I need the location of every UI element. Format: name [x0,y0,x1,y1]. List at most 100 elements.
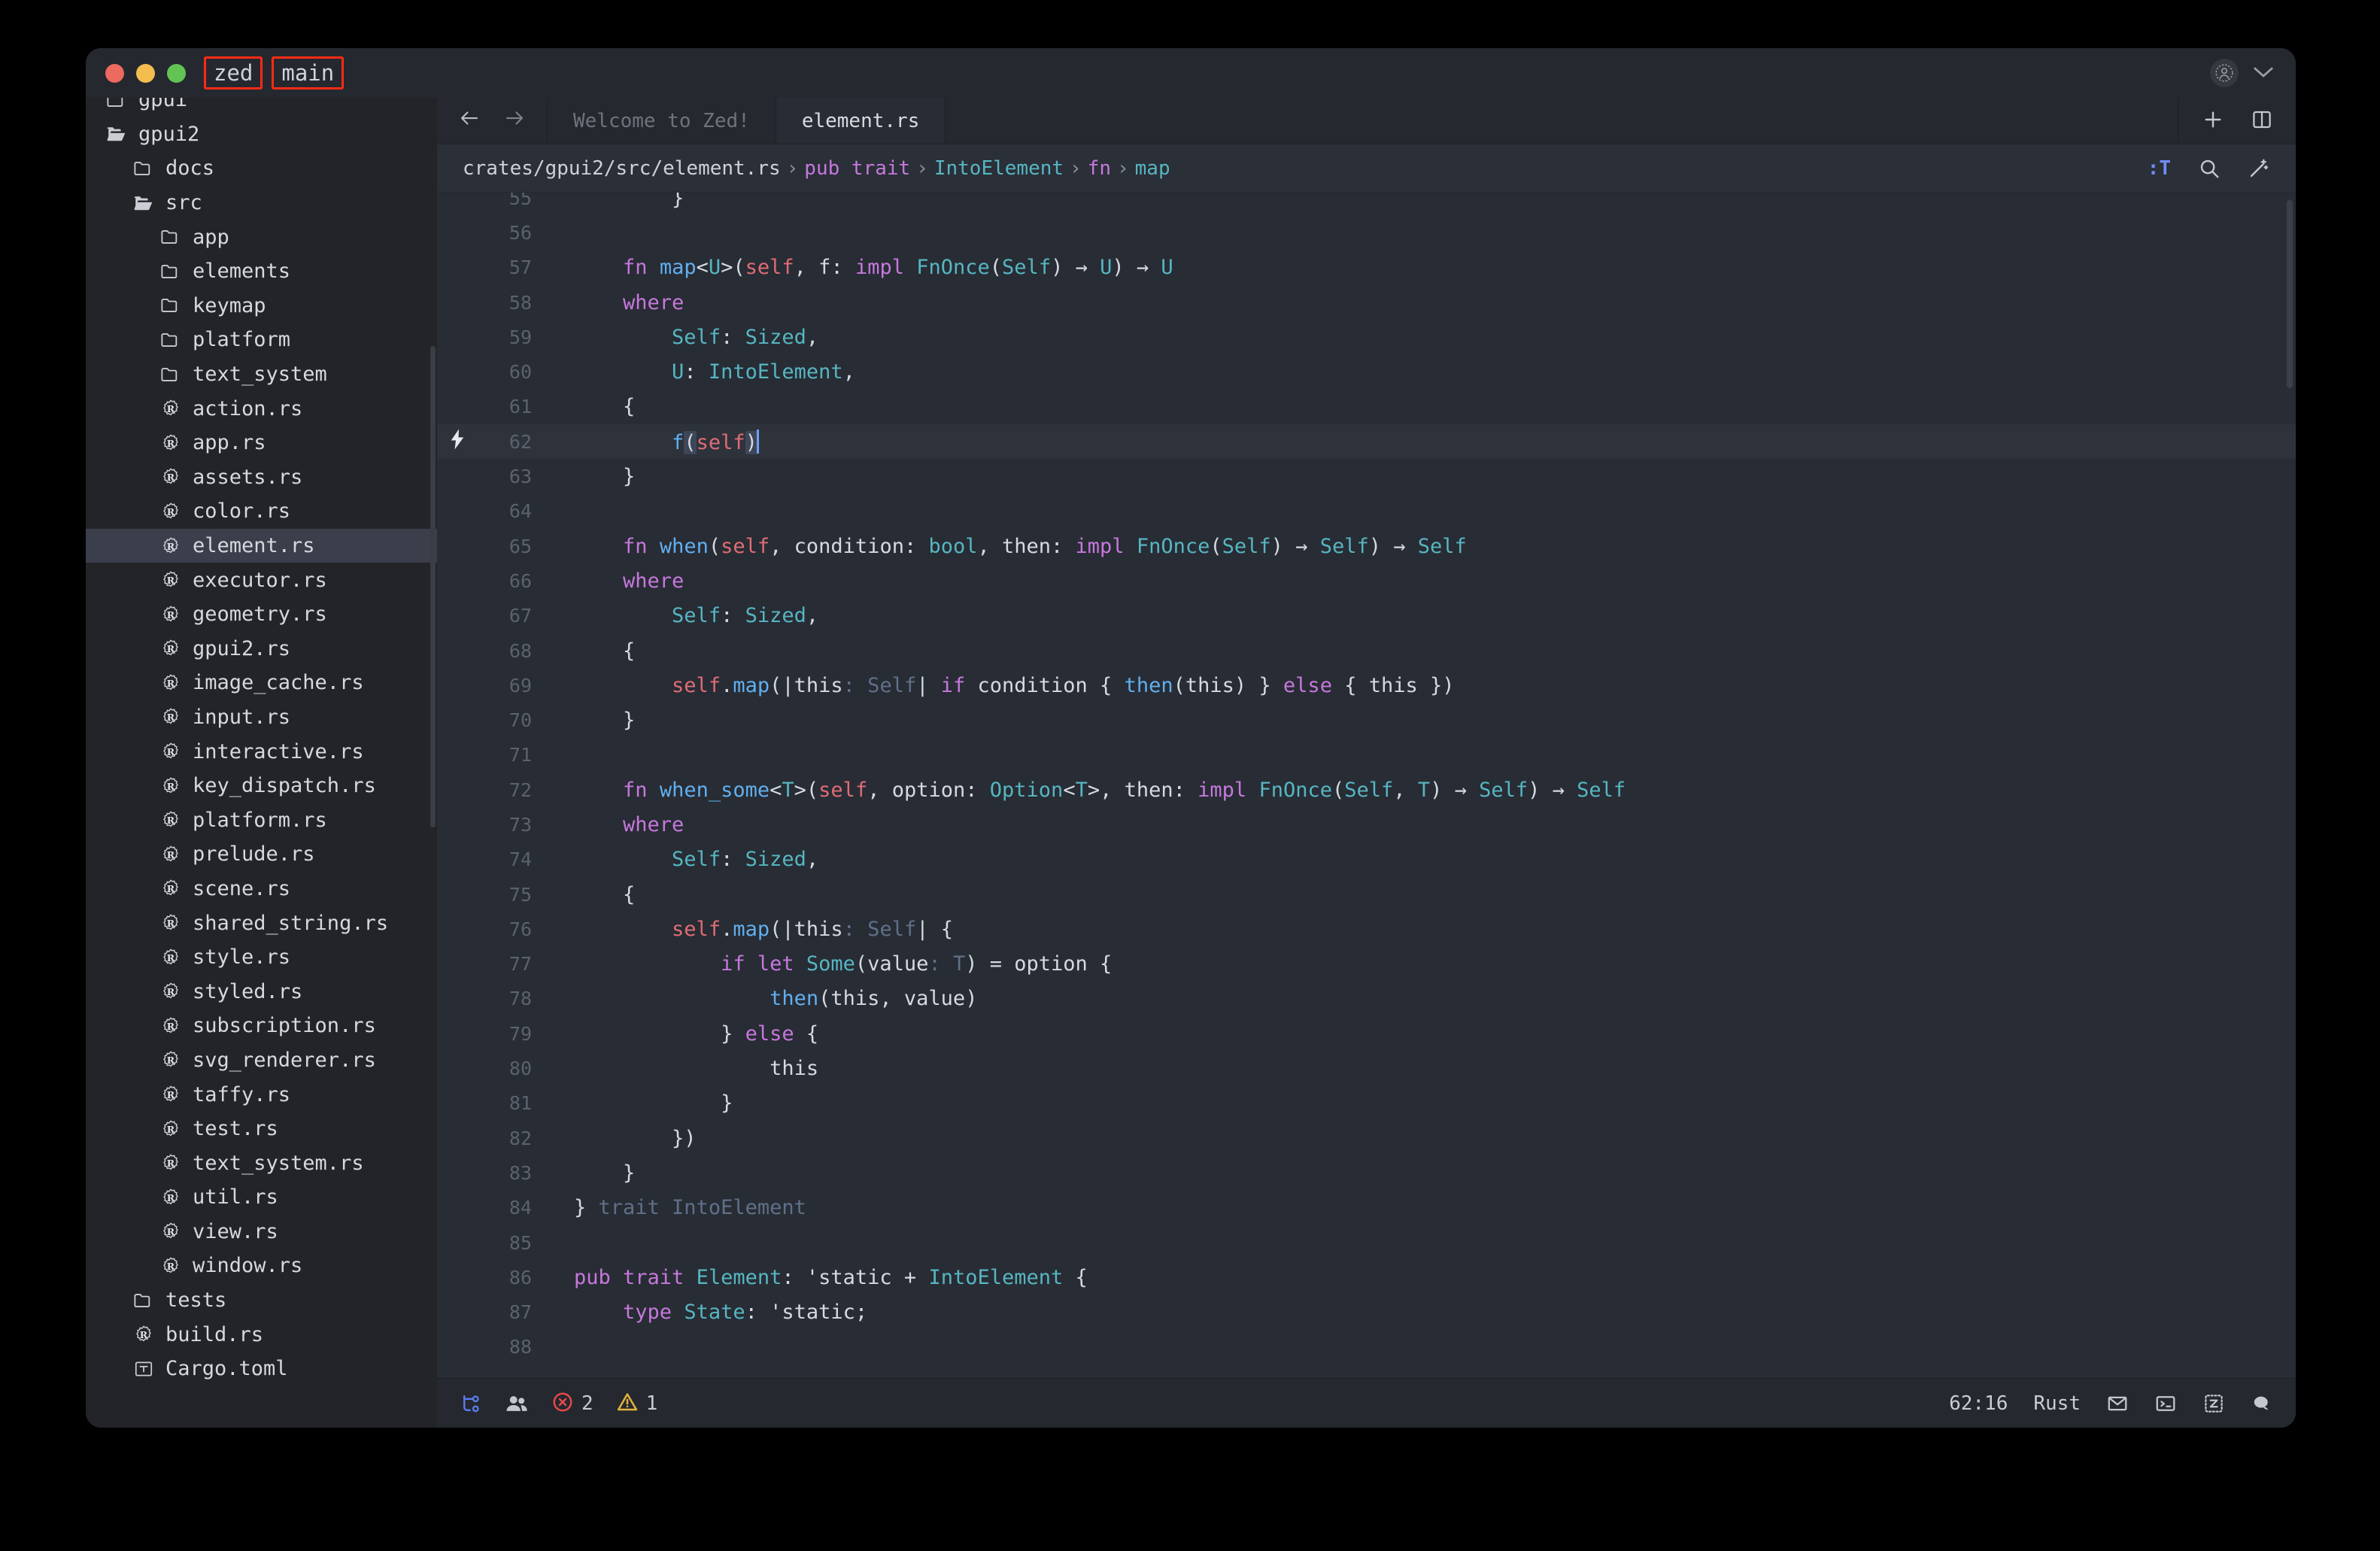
code-line[interactable]: 85 [437,1225,2296,1260]
code-line[interactable]: 60 U: IntoElement, [437,354,2296,389]
tree-folder-tests[interactable]: tests [86,1283,437,1318]
code-line[interactable]: 55 } [437,193,2296,215]
tree-file-util-rs[interactable]: Rutil.rs [86,1180,437,1215]
arrow-left-icon[interactable] [458,108,481,133]
project-panel-scrollbar[interactable] [430,346,436,827]
language-selector[interactable]: Rust [2033,1392,2081,1415]
tree-file-subscription-rs[interactable]: Rsubscription.rs [86,1009,437,1043]
tab-welcome-to-zed[interactable]: Welcome to Zed! [548,98,776,144]
code-line[interactable]: 66 where [437,563,2296,598]
code-line[interactable]: 76 self.map(|this: Self| { [437,912,2296,946]
tree-folder-text-system[interactable]: text_system [86,357,437,392]
tree-file-element-rs[interactable]: Relement.rs [86,528,437,563]
breadcrumb-segment[interactable]: fn [1088,157,1111,180]
tree-file-view-rs[interactable]: Rview.rs [86,1215,437,1249]
tree-folder-gpui2[interactable]: gpui2 [86,117,437,152]
code-line[interactable]: 71 [437,738,2296,772]
code-line[interactable]: 69 self.map(|this: Self| if condition { … [437,668,2296,703]
code-line[interactable]: 86 pub trait Element: 'static + IntoEleme… [437,1260,2296,1295]
tree-folder-elements[interactable]: elements [86,254,437,289]
tree-file-scene-rs[interactable]: Rscene.rs [86,872,437,906]
tree-file-cargo-toml[interactable]: Cargo.toml [86,1352,437,1386]
git-branch-tag[interactable]: main [272,56,345,90]
tree-file-styled-rs[interactable]: Rstyled.rs [86,974,437,1009]
code-line[interactable]: 87 type State: 'static; [437,1295,2296,1330]
tree-file-color-rs[interactable]: Rcolor.rs [86,494,437,529]
code-line[interactable]: 62 f(self) [437,424,2296,460]
tree-file-image-cache-rs[interactable]: Rimage_cache.rs [86,666,437,700]
terminal-icon[interactable] [2154,1392,2177,1415]
breadcrumb-segment[interactable]: IntoElement [934,157,1064,180]
code-line[interactable]: 72 fn when_some<T>(self, option: Option<… [437,772,2296,807]
code-line[interactable]: 61 { [437,390,2296,424]
tree-file-text-system-rs[interactable]: Rtext_system.rs [86,1146,437,1180]
magic-wand-icon[interactable] [2248,157,2270,180]
tab-element-rs[interactable]: element.rs [776,98,946,144]
code-line[interactable]: 88 [437,1330,2296,1364]
code-line[interactable]: 79 } else { [437,1016,2296,1051]
tree-file-interactive-rs[interactable]: Rinteractive.rs [86,734,437,769]
project-panel-icon[interactable] [460,1392,482,1415]
code-line[interactable]: 64 [437,494,2296,529]
code-line[interactable]: 81 } [437,1086,2296,1121]
people-icon[interactable] [505,1392,529,1415]
breadcrumb-segment[interactable]: pub trait [804,157,910,180]
code-line[interactable]: 78 then(this, value) [437,982,2296,1016]
code-line[interactable]: 84} trait IntoElement [437,1191,2296,1225]
tree-file-build-rs[interactable]: Rbuild.rs [86,1317,437,1352]
cursor-position[interactable]: 62:16 [1949,1392,2008,1415]
warning-badge[interactable]: 1 [616,1391,657,1416]
tree-folder-gpui[interactable]: gpui [86,98,437,117]
tree-file-input-rs[interactable]: Rinput.rs [86,700,437,735]
tree-file-style-rs[interactable]: Rstyle.rs [86,940,437,975]
avatar[interactable] [2210,59,2239,87]
tree-file-geometry-rs[interactable]: Rgeometry.rs [86,597,437,632]
tree-folder-platform[interactable]: platform [86,323,437,357]
tree-folder-app[interactable]: app [86,220,437,254]
code-line[interactable]: 63 } [437,459,2296,493]
error-badge[interactable]: 2 [551,1391,593,1416]
code-actions-lightning-icon[interactable] [448,428,467,455]
breadcrumb-segment[interactable]: crates/gpui2/src/element.rs [463,157,781,180]
editor-scrollbar[interactable] [2287,200,2293,388]
breadcrumb-segment[interactable]: map [1135,157,1170,180]
tree-file-window-rs[interactable]: Rwindow.rs [86,1249,437,1283]
code-line[interactable]: 77 if let Some(value: T) = option { [437,947,2296,982]
maximize-window-button[interactable] [167,63,186,83]
code-line[interactable]: 58 where [437,285,2296,320]
chevron-down-icon[interactable] [2252,63,2275,83]
tree-file-svg-renderer-rs[interactable]: Rsvg_renderer.rs [86,1043,437,1078]
code-line[interactable]: 83 } [437,1155,2296,1190]
code-line[interactable]: 59 Self: Sized, [437,320,2296,354]
inlay-hints-toggle[interactable]: :T [2148,157,2171,180]
close-window-button[interactable] [105,63,124,83]
code-line[interactable]: 80 this [437,1051,2296,1085]
tree-file-assets-rs[interactable]: Rassets.rs [86,460,437,495]
breadcrumb[interactable]: crates/gpui2/src/element.rs › pub trait › In… [463,157,1170,180]
tree-file-taffy-rs[interactable]: Rtaffy.rs [86,1077,437,1112]
chat-bubble-icon[interactable] [2251,1392,2273,1415]
envelope-icon[interactable] [2106,1392,2129,1415]
code-line[interactable]: 82 }) [437,1121,2296,1155]
tree-folder-src[interactable]: src [86,186,437,220]
tree-file-test-rs[interactable]: Rtest.rs [86,1112,437,1146]
zed-logo-icon[interactable] [2202,1392,2225,1415]
search-icon[interactable] [2198,157,2221,180]
arrow-right-icon[interactable] [503,108,526,133]
code-line[interactable]: 73 where [437,807,2296,842]
tree-folder-docs[interactable]: docs [86,151,437,186]
new-tab-button[interactable] [2201,108,2225,135]
project-panel[interactable]: gpui gpui2 docs src app elements keymap platfor… [86,98,437,1428]
code-line[interactable]: 65 fn when(self, condition: bool, then: … [437,529,2296,563]
project-name-tag[interactable]: zed [204,56,263,90]
tree-file-platform-rs[interactable]: Rplatform.rs [86,803,437,837]
split-pane-icon[interactable] [2251,108,2273,134]
minimize-window-button[interactable] [136,63,155,83]
tree-folder-keymap[interactable]: keymap [86,289,437,323]
code-line[interactable]: 75 { [437,877,2296,912]
code-line[interactable]: 68 { [437,633,2296,668]
tree-file-key-dispatch-rs[interactable]: Rkey_dispatch.rs [86,769,437,803]
tree-file-executor-rs[interactable]: Rexecutor.rs [86,563,437,597]
code-line[interactable]: 56 [437,215,2296,250]
tree-file-app-rs[interactable]: Rapp.rs [86,426,437,460]
